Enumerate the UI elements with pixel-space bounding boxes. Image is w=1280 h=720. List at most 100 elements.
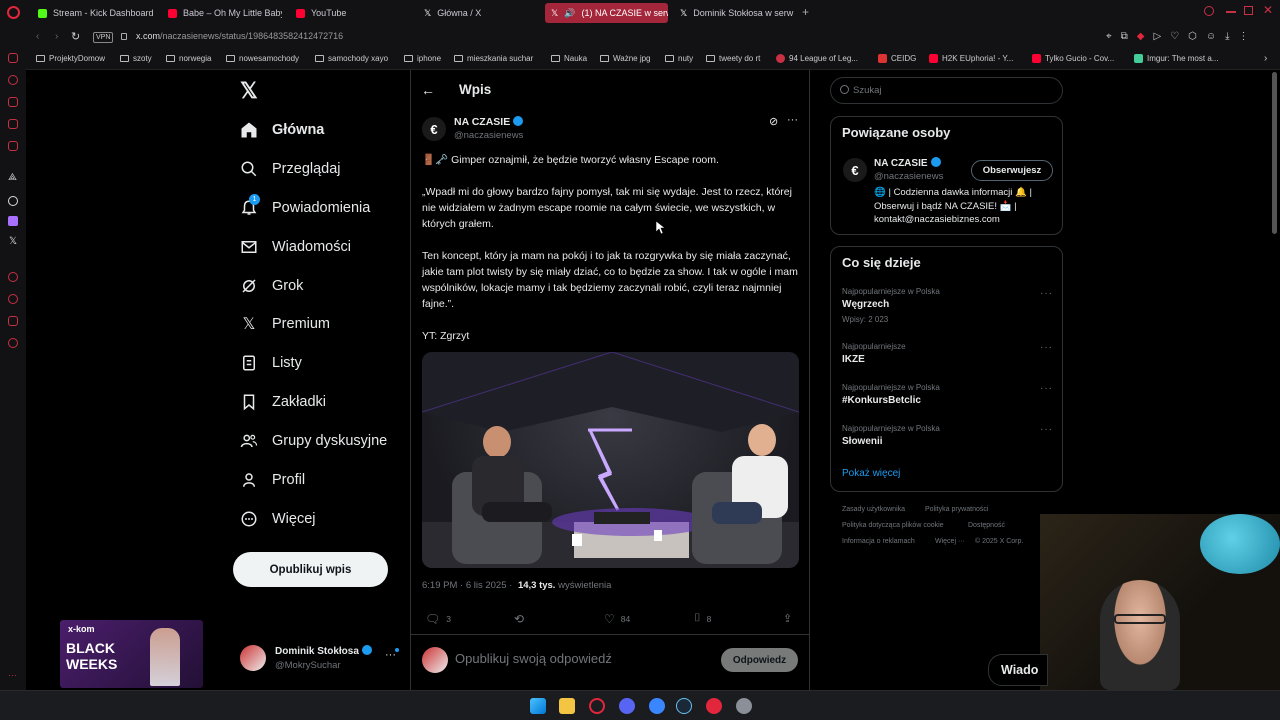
nav-more[interactable]: Więcej <box>240 504 316 534</box>
bookmark-item[interactable]: H2K EUphoria! - Y... <box>929 54 1013 63</box>
show-more-link[interactable]: Pokaż więcej <box>842 468 900 479</box>
back-icon[interactable]: ‹ <box>36 31 39 42</box>
scrollbar[interactable] <box>1272 72 1277 234</box>
x-sidebar-icon[interactable]: 𝕏 <box>9 236 17 247</box>
related-name[interactable]: NA CZASIE <box>874 157 941 169</box>
like-action[interactable]: ♡ 84 <box>604 612 630 626</box>
more-icon[interactable]: ··· <box>1040 424 1053 435</box>
more-icon[interactable]: ··· <box>1040 288 1053 299</box>
account-icon[interactable]: ☺ <box>1206 31 1216 42</box>
new-tab-button[interactable]: + <box>802 5 809 19</box>
app-icon[interactable] <box>706 698 722 714</box>
reply-input[interactable]: Opublikuj swoją odpowiedź <box>455 651 612 666</box>
sidebar-app-icon[interactable] <box>8 97 18 107</box>
windows-start-icon[interactable] <box>530 698 546 714</box>
bookmark-item[interactable]: iphone <box>404 54 441 63</box>
bookmark-item[interactable]: norwegia <box>166 54 211 63</box>
more-icon[interactable]: ··· <box>1040 342 1053 353</box>
bookmark-item[interactable]: Ważne jpg <box>600 54 651 63</box>
sidebar-app-icon[interactable] <box>8 141 18 151</box>
maximize-icon[interactable] <box>1244 6 1253 15</box>
nav-premium[interactable]: 𝕏 Premium <box>240 309 330 339</box>
nav-lists[interactable]: Listy <box>240 348 302 378</box>
footer-link[interactable]: Dostępność <box>968 522 1005 529</box>
nav-home[interactable]: Główna <box>240 115 324 145</box>
bookmark-item[interactable]: Nauka <box>551 54 587 63</box>
back-arrow-icon[interactable]: ← <box>421 82 435 98</box>
nav-bookmarks[interactable]: Zakładki <box>240 387 326 417</box>
bookmarks-overflow-icon[interactable]: › <box>1264 53 1267 64</box>
footer-link[interactable]: Polityka dotycząca plików cookie <box>842 522 944 529</box>
sidebar-app-icon[interactable] <box>8 119 18 129</box>
menu-icon[interactable]: ⋮ <box>1239 31 1249 42</box>
steam-icon[interactable] <box>676 698 692 714</box>
search-input[interactable]: Szukaj <box>830 77 1063 104</box>
tab-babe[interactable]: Babe – Oh My Little Baby <box>162 3 282 23</box>
nav-explore[interactable]: Przeglądaj <box>240 154 341 184</box>
footer-link[interactable]: Zasady użytkownika <box>842 506 905 513</box>
forward-icon[interactable]: › <box>55 31 58 42</box>
sidebar-app-icon[interactable] <box>8 53 18 63</box>
heart-icon[interactable]: ♡ <box>1170 31 1179 42</box>
repost-action[interactable]: ⟲ <box>514 612 530 626</box>
nav-grok[interactable]: Grok <box>240 271 303 301</box>
tab-kick[interactable]: Stream - Kick Dashboard <box>32 3 157 23</box>
bookmark-item[interactable]: mieszkania suchar <box>454 54 533 63</box>
bookmark-item[interactable]: ProjektyDomow <box>36 54 105 63</box>
search-tabs-icon[interactable] <box>1204 6 1214 16</box>
account-switcher[interactable]: Dominik Stokłosa @MokrySuchar ··· <box>240 643 400 675</box>
reply-action[interactable]: 🗨 3 <box>425 612 451 626</box>
nav-profile[interactable]: Profil <box>240 465 305 495</box>
bookmark-item[interactable]: CEIDG <box>878 54 916 63</box>
tab-dominik[interactable]: 𝕏 Dominik Stokłosa w serw <box>674 3 796 23</box>
opera-logo-icon[interactable] <box>7 6 20 19</box>
extensions-icon[interactable]: ⬡ <box>1188 31 1197 42</box>
camera-icon[interactable]: ⧉ <box>1121 31 1128 42</box>
author-handle[interactable]: @naczasienews <box>454 130 523 141</box>
tweet-media[interactable] <box>422 352 799 568</box>
reload-icon[interactable]: ↻ <box>71 30 80 43</box>
twitch-icon[interactable] <box>8 216 18 226</box>
related-avatar[interactable]: € <box>843 158 867 182</box>
tab-glowna-x[interactable]: 𝕏 Główna / X <box>418 3 538 23</box>
nav-communities[interactable]: Grupy dyskusyjne <box>240 426 387 456</box>
tab-youtube[interactable]: YouTube <box>290 3 410 23</box>
author-name[interactable]: NA CZASIE <box>454 116 524 128</box>
bookmark-action[interactable]: ⌷ 8 <box>694 612 711 625</box>
nav-messages[interactable]: Wiadomości <box>240 232 351 262</box>
more-icon[interactable]: ··· <box>1040 383 1053 394</box>
share-action[interactable]: ⇪ <box>783 612 792 625</box>
bookmark-item[interactable]: 94 League of Leg... <box>776 54 858 63</box>
opera-gx-icon[interactable] <box>589 698 605 714</box>
bookmark-item[interactable]: szoty <box>120 54 152 63</box>
footer-more-link[interactable]: Więcej ··· <box>935 538 965 545</box>
bookmark-item[interactable]: nuty <box>665 54 693 63</box>
discord-icon[interactable] <box>619 698 635 714</box>
pocket-icon[interactable]: ◆ <box>1137 31 1145 42</box>
speaker-icon[interactable]: 🔊 <box>564 8 575 19</box>
minimize-icon[interactable] <box>1226 11 1236 13</box>
bookmark-item[interactable]: nowesamochody <box>226 54 299 63</box>
bookmark-item[interactable]: Imgur: The most a... <box>1134 54 1218 63</box>
bookmark-item[interactable]: Tylko Gucio - Cov... <box>1032 54 1114 63</box>
tweet-time[interactable]: 6:19 PM · 6 lis 2025 · <box>422 580 512 591</box>
url-field[interactable]: x.com/naczasienews/status/19864835824124… <box>136 31 343 41</box>
footer-link[interactable]: Polityka prywatności <box>925 506 988 513</box>
follow-button[interactable]: Obserwujesz <box>971 160 1053 181</box>
close-icon[interactable]: ✕ <box>1263 3 1273 17</box>
file-explorer-icon[interactable] <box>559 698 575 714</box>
tab-na-czasie[interactable]: 𝕏 🔊 (1) NA CZASIE w serw <box>545 3 668 23</box>
footer-link[interactable]: Informacja o reklamach <box>842 538 915 545</box>
bookmark-item[interactable]: samochody xayo <box>315 54 388 63</box>
nav-notifications[interactable]: 1 Powiadomienia <box>240 193 370 223</box>
grok-icon[interactable]: ⊘ <box>769 115 778 128</box>
sidebar-app-icon[interactable]: ⟁ <box>8 172 17 183</box>
settings-icon[interactable] <box>736 698 752 714</box>
sidebar-app-icon[interactable] <box>8 316 18 326</box>
author-avatar[interactable]: € <box>422 117 446 141</box>
play-icon[interactable]: ▷ <box>1153 31 1161 42</box>
sidebar-app-icon[interactable] <box>8 272 18 282</box>
sidebar-app-icon[interactable] <box>8 75 18 85</box>
app-icon[interactable] <box>649 698 665 714</box>
vpn-badge[interactable]: VPN <box>93 32 114 43</box>
